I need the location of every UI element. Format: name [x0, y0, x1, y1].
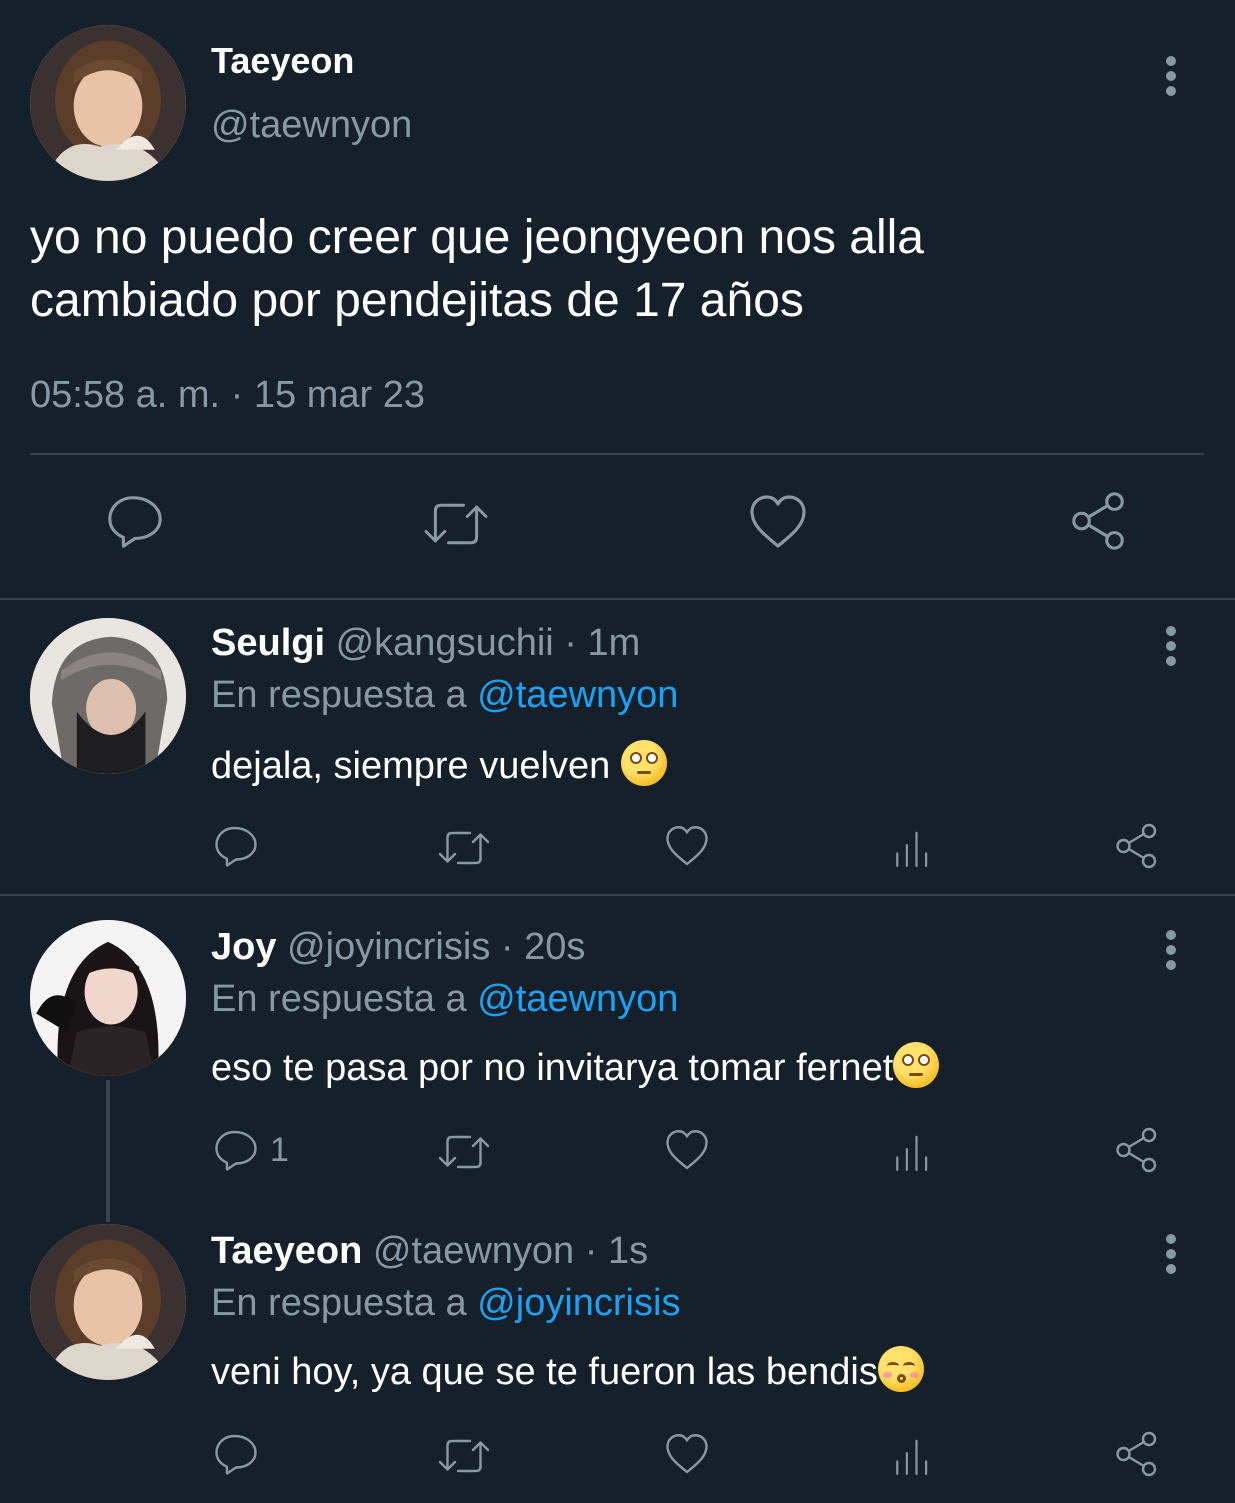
reply-header: Joy @joyincrisis · 20s — [211, 926, 585, 969]
author-name[interactable]: Seulgi — [211, 622, 325, 664]
eye-roll-emoji — [893, 1042, 940, 1088]
mention-link[interactable]: @taewnyon — [477, 674, 678, 716]
avatar-photo — [30, 920, 186, 1076]
retweet-icon[interactable] — [437, 1128, 491, 1176]
reply-time: · 1m — [564, 622, 641, 664]
more-options-icon[interactable] — [1165, 626, 1177, 666]
reply-time: · 1s — [584, 1230, 649, 1272]
reply-header: Seulgi @kangsuchii · 1m — [211, 622, 640, 665]
share-icon[interactable] — [1113, 1430, 1161, 1478]
stats-icon[interactable] — [889, 1130, 933, 1174]
avatar-photo — [30, 1224, 186, 1380]
tweet-actions-bar — [0, 490, 1235, 560]
more-options-icon[interactable] — [1165, 930, 1177, 970]
more-options-icon[interactable] — [1165, 56, 1177, 96]
author-handle[interactable]: @taewnyon — [211, 104, 412, 147]
stats-icon[interactable] — [889, 826, 933, 870]
twitter-thread-screen: Taeyeon @taewnyon yo no puedo creer que … — [0, 0, 1235, 1503]
reply-actions-bar: 1 — [0, 1122, 1235, 1182]
reply-actions-bar — [0, 1426, 1235, 1486]
retweet-icon[interactable] — [437, 824, 491, 872]
stats-icon[interactable] — [889, 1434, 933, 1478]
reply-tweet[interactable]: Seulgi @kangsuchii · 1m En respuesta a @… — [0, 600, 1235, 894]
replying-to: En respuesta a @joyincrisis — [211, 1282, 680, 1325]
reply-icon — [212, 1126, 260, 1174]
author-handle[interactable]: @joyincrisis — [287, 926, 490, 968]
avatar[interactable] — [30, 1224, 186, 1380]
reply-tweet[interactable]: Joy @joyincrisis · 20s En respuesta a @t… — [0, 896, 1235, 1200]
retweet-icon[interactable] — [420, 494, 492, 554]
share-icon[interactable] — [1113, 822, 1161, 870]
avatar[interactable] — [30, 920, 186, 1076]
like-icon[interactable] — [663, 1430, 711, 1478]
tweet-text: yo no puedo creer que jeongyeon nos alla… — [30, 206, 1180, 332]
divider — [30, 453, 1204, 455]
author-name[interactable]: Taeyeon — [211, 1230, 362, 1272]
avatar-photo — [30, 25, 186, 181]
reply-time: · 20s — [500, 926, 586, 968]
replying-to: En respuesta a @taewnyon — [211, 674, 678, 717]
reply-text: veni hoy, ya que se te fueron las bendis — [211, 1346, 924, 1394]
reply-button[interactable]: 1 — [212, 1126, 289, 1174]
reply-actions-bar — [0, 818, 1235, 878]
reply-icon[interactable] — [212, 1430, 260, 1478]
mention-link[interactable]: @taewnyon — [477, 978, 678, 1020]
tweet-text-line: cambiado por pendejitas de 17 años — [30, 274, 804, 327]
kissing-emoji — [877, 1346, 924, 1392]
main-tweet: Taeyeon @taewnyon yo no puedo creer que … — [0, 0, 1235, 600]
like-icon[interactable] — [663, 822, 711, 870]
reply-text: dejala, siempre vuelven — [211, 740, 667, 788]
replying-to: En respuesta a @taewnyon — [211, 978, 678, 1021]
reply-header: Taeyeon @taewnyon · 1s — [211, 1230, 648, 1273]
avatar[interactable] — [30, 25, 186, 181]
author-handle[interactable]: @taewnyon — [373, 1230, 574, 1272]
tweet-text-line: yo no puedo creer que jeongyeon nos alla — [30, 211, 924, 264]
more-options-icon[interactable] — [1165, 1234, 1177, 1274]
author-name[interactable]: Taeyeon — [211, 40, 354, 82]
replying-prefix: En respuesta a — [211, 1282, 467, 1324]
like-icon[interactable] — [663, 1126, 711, 1174]
reply-text-content: veni hoy, ya que se te fueron las bendis — [211, 1351, 878, 1393]
reply-icon[interactable] — [104, 490, 166, 552]
reply-icon[interactable] — [212, 822, 260, 870]
reply-text: eso te pasa por no invitarya tomar ferne… — [211, 1042, 940, 1090]
reply-count: 1 — [270, 1130, 289, 1169]
retweet-icon[interactable] — [437, 1432, 491, 1480]
replying-prefix: En respuesta a — [211, 978, 467, 1020]
share-icon[interactable] — [1068, 490, 1130, 552]
replying-prefix: En respuesta a — [211, 674, 467, 716]
share-icon[interactable] — [1113, 1126, 1161, 1174]
reply-text-content: eso te pasa por no invitarya tomar ferne… — [211, 1047, 894, 1089]
like-icon[interactable] — [746, 490, 810, 554]
mention-link[interactable]: @joyincrisis — [477, 1282, 680, 1324]
reply-text-content: dejala, siempre vuelven — [211, 745, 621, 787]
avatar[interactable] — [30, 618, 186, 774]
avatar-photo — [30, 618, 186, 774]
reply-tweet[interactable]: Taeyeon @taewnyon · 1s En respuesta a @j… — [0, 1200, 1235, 1503]
author-handle[interactable]: @kangsuchii — [336, 622, 554, 664]
eye-roll-emoji — [620, 740, 667, 786]
author-name[interactable]: Joy — [211, 926, 276, 968]
tweet-timestamp[interactable]: 05:58 a. m. · 15 mar 23 — [30, 374, 425, 417]
